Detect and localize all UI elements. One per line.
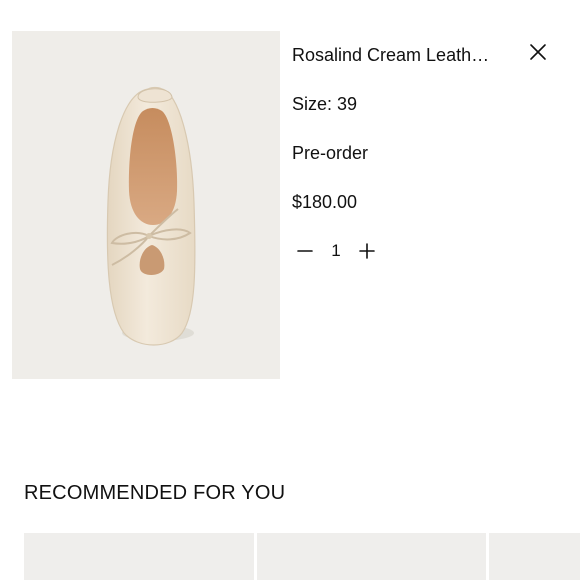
increase-quantity-button[interactable] [356, 240, 378, 262]
product-size: Size: 39 [292, 94, 358, 114]
recommended-product-card[interactable] [489, 533, 580, 580]
plus-icon [359, 243, 375, 259]
recommended-product-card[interactable] [257, 533, 486, 580]
product-price: $180.00 [292, 192, 358, 212]
recommended-product-card[interactable] [24, 533, 254, 580]
decrease-quantity-button[interactable] [294, 240, 316, 262]
close-button[interactable] [526, 40, 550, 64]
quantity-stepper: 1 [294, 239, 378, 263]
minus-icon [297, 250, 313, 252]
availability-status: Pre-order [292, 143, 369, 163]
product-title[interactable]: Rosalind Cream Leath… [292, 44, 497, 66]
recommended-heading: RECOMMENDED FOR YOU [24, 482, 286, 504]
quantity-value: 1 [331, 241, 341, 260]
close-icon [526, 40, 550, 64]
product-image[interactable] [12, 31, 280, 379]
